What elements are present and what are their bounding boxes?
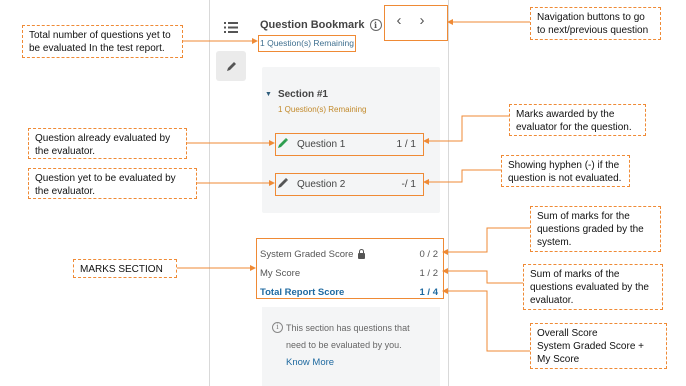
callout-already-evaluated: Question already evaluated by the evalua…: [28, 128, 187, 159]
callout-my-sum: Sum of marks of the questions evaluated …: [523, 264, 663, 310]
callout-hyphen: Showing hyphen (-) if the question is no…: [501, 155, 630, 187]
callout-not-evaluated: Question yet to be evaluated by the eval…: [28, 168, 197, 199]
callout-overall-score: Overall Score System Graded Score + My S…: [530, 323, 667, 369]
callout-marks-section: MARKS SECTION: [73, 259, 177, 278]
callout-navigation: Navigation buttons to go to next/previou…: [530, 7, 661, 40]
overall-score-formula: System Graded Score + My Score: [537, 341, 644, 365]
callout-system-sum: Sum of marks for the questions graded by…: [530, 206, 661, 252]
callout-total-pending: Total number of questions yet to be eval…: [22, 25, 183, 58]
callout-marks-awarded: Marks awarded by the evaluator for the q…: [509, 104, 646, 136]
overall-score-title: Overall Score: [537, 328, 598, 339]
